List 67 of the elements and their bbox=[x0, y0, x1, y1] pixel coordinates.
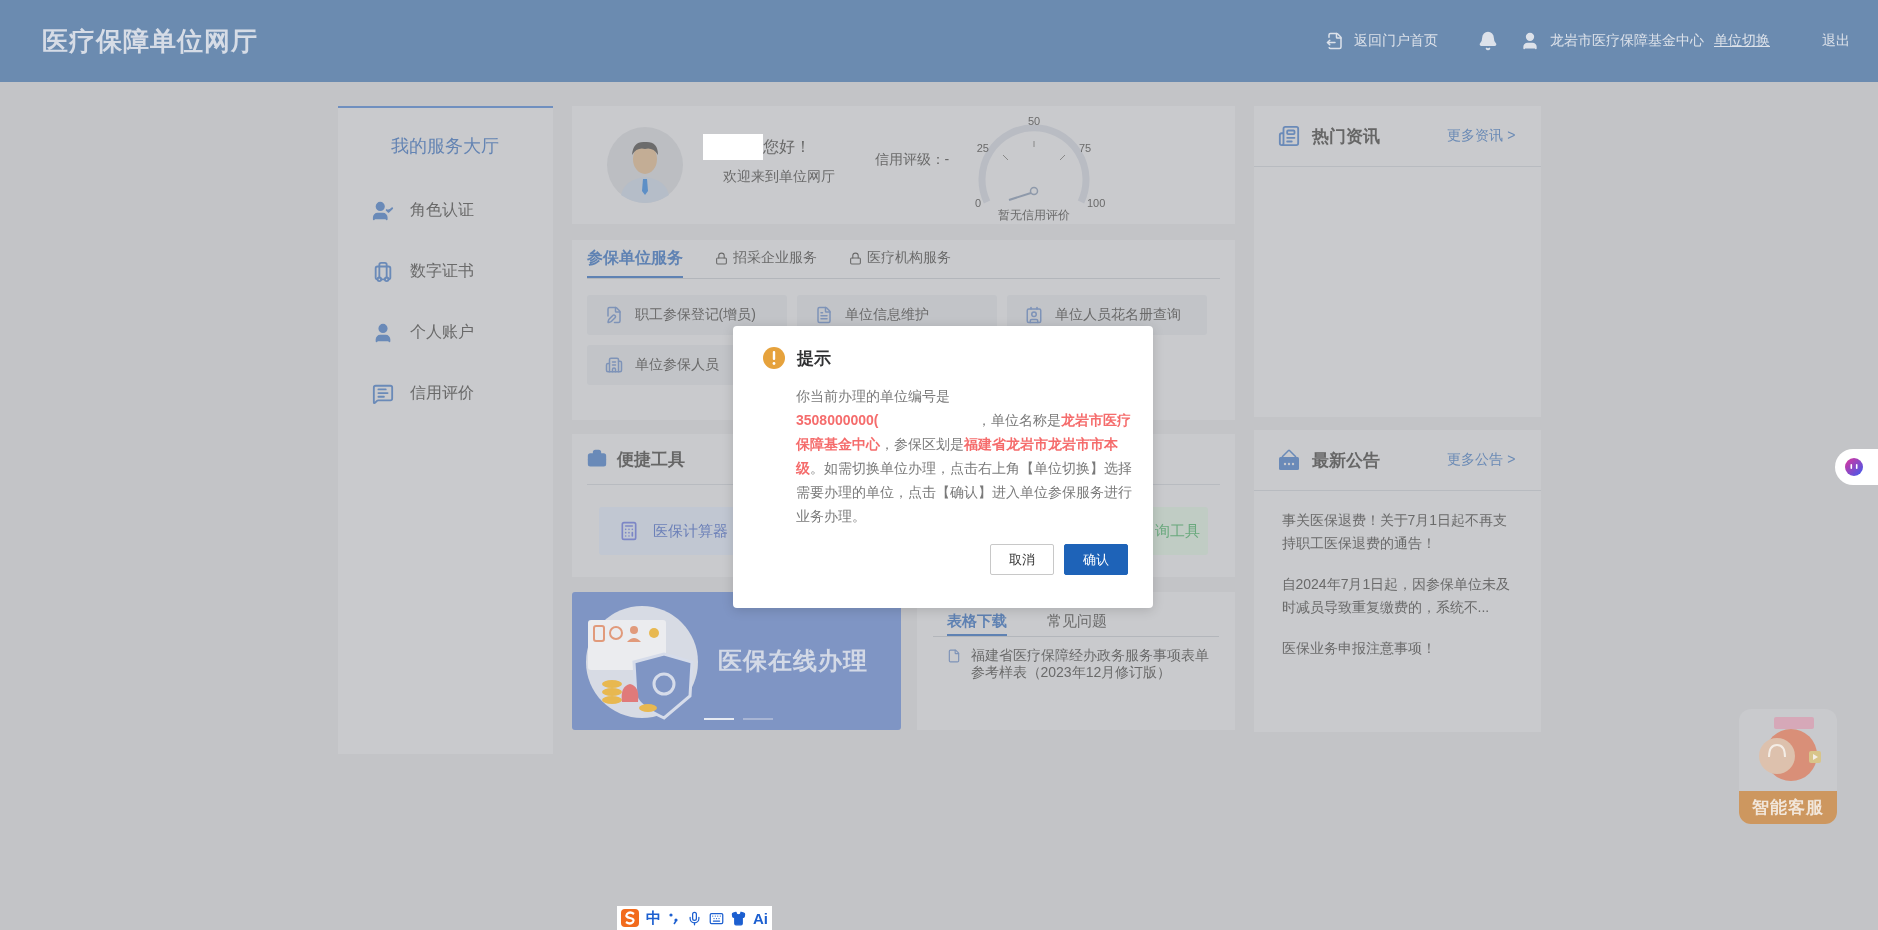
form-edit-icon bbox=[604, 306, 623, 324]
switch-unit-link[interactable]: 单位切换 bbox=[1714, 32, 1770, 50]
card-title: 便捷工具 bbox=[616, 448, 685, 471]
home-link[interactable]: 返回门户首页 bbox=[1354, 32, 1438, 50]
bell-icon[interactable] bbox=[1478, 31, 1498, 51]
service-tab[interactable]: 参保单位服务 bbox=[586, 240, 683, 278]
credit-rating-text: 信用评级：- bbox=[874, 151, 950, 169]
notice-link[interactable]: 自2024年7月1日起，因参保单位未及时减员导致重复缴费的，系统不... bbox=[1281, 555, 1517, 619]
sidebar-item[interactable]: 角色认证 bbox=[337, 180, 553, 241]
microphone-icon[interactable] bbox=[687, 910, 702, 926]
user-badge-icon bbox=[371, 199, 394, 222]
keyboard-icon[interactable] bbox=[709, 910, 724, 926]
dialog-message: 你当前办理的单位编号是 3508000000( ，单位名称是龙岩市医疗保障基金中心，参保区划是福建省龙岩市龙岩市市本级。如需切换单位办理，点击右上角【单位切换】选择需要办理的单位，点击【确认】进入单位参保服务进行业务办理。 bbox=[796, 387, 1133, 526]
notice-link[interactable]: 事关医保退费！关于7月1日起不再支持职工医保退费的通告！ bbox=[1281, 491, 1517, 555]
building-icon bbox=[604, 356, 623, 374]
redacted-name bbox=[702, 134, 763, 160]
service-tab[interactable]: 医疗机构服务 bbox=[848, 240, 951, 278]
notice-link[interactable]: 医保业务申报注意事项！ bbox=[1281, 619, 1517, 660]
message-icon bbox=[371, 382, 394, 405]
warning-icon bbox=[762, 346, 786, 370]
forms-tab[interactable]: 常见问题 bbox=[1046, 612, 1107, 636]
cancel-button[interactable]: 取消 bbox=[990, 544, 1054, 575]
exit-document-icon bbox=[1326, 32, 1344, 50]
gauge-tick-label: 50 bbox=[1028, 115, 1041, 127]
shirt-icon[interactable] bbox=[731, 910, 746, 926]
assistant-pill[interactable] bbox=[1835, 449, 1878, 485]
sidebar-item[interactable]: 个人账户 bbox=[337, 302, 553, 363]
assistant-label: 智能客服 bbox=[1739, 791, 1837, 824]
file-icon bbox=[946, 649, 961, 663]
lock-icon bbox=[848, 251, 862, 265]
signboard-icon bbox=[1277, 449, 1300, 471]
service-tab[interactable]: 招采企业服务 bbox=[714, 240, 817, 278]
id-card-icon bbox=[1024, 306, 1043, 324]
sidebar-item[interactable]: 数字证书 bbox=[337, 241, 553, 302]
document-icon bbox=[814, 306, 833, 324]
sidebar-item[interactable]: 信用评价 bbox=[337, 363, 553, 424]
input-mode-text[interactable]: 中 bbox=[646, 908, 661, 928]
user-icon bbox=[1520, 31, 1540, 51]
s-logo-icon bbox=[621, 909, 639, 927]
gauge-tick-label: 0 bbox=[975, 197, 982, 209]
customer-service-widget[interactable]: 智能客服 bbox=[1739, 709, 1837, 824]
sidebar-title: 我的服务大厅 bbox=[390, 135, 500, 158]
newspaper-icon bbox=[1277, 125, 1300, 147]
toolbox-icon bbox=[586, 449, 607, 469]
card-title: 热门资讯 bbox=[1311, 125, 1380, 148]
logout-link[interactable]: 退出 bbox=[1822, 32, 1850, 50]
card-title: 最新公告 bbox=[1311, 449, 1380, 472]
service-button[interactable]: 职工参保登记(增员) bbox=[586, 295, 787, 335]
lock-icon bbox=[714, 251, 728, 265]
gauge-tick-label: 75 bbox=[1079, 142, 1092, 154]
greeting-text: 您好！ bbox=[762, 136, 811, 157]
confirm-button[interactable]: 确认 bbox=[1064, 544, 1128, 575]
ai-text[interactable]: Ai bbox=[753, 909, 768, 927]
site-title: 医疗保障单位网厅 bbox=[42, 24, 258, 58]
gauge-tick-label: 25 bbox=[976, 142, 990, 154]
gauge-tick-label: 100 bbox=[1087, 197, 1106, 209]
forms-tab[interactable]: 表格下载 bbox=[946, 612, 1007, 636]
banner-title: 医保在线办理 bbox=[717, 646, 868, 676]
dialog-title: 提示 bbox=[797, 347, 831, 370]
gauge-caption: 暂无信用评价 bbox=[998, 208, 1071, 222]
welcome-text: 欢迎来到单位网厅 bbox=[722, 168, 835, 186]
form-download-link[interactable]: 福建省医疗保障经办政务服务事项表单参考样表（2023年12月修订版） bbox=[970, 647, 1209, 681]
robot-face-icon bbox=[1844, 457, 1864, 477]
punctuation-icon[interactable] bbox=[668, 911, 680, 925]
more-news-link[interactable]: 更多资讯 > bbox=[1447, 127, 1516, 145]
unit-name: 龙岩市医疗保障基金中心 bbox=[1550, 32, 1704, 50]
more-notices-link[interactable]: 更多公告 > bbox=[1447, 451, 1516, 469]
